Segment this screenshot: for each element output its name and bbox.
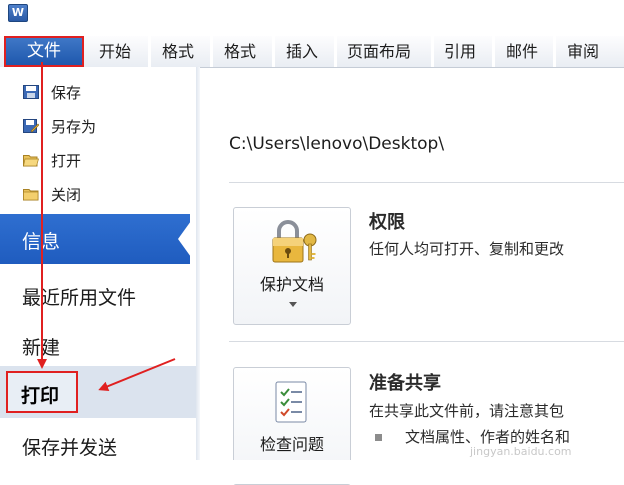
nav-open-label: 打开 xyxy=(51,152,82,170)
nav-recent[interactable]: 最近所用文件 xyxy=(22,283,136,310)
title-strip: W xyxy=(0,0,624,36)
save-as-icon xyxy=(23,119,39,133)
nav-save-and-send[interactable]: 保存并发送 xyxy=(22,433,117,460)
check-for-issues-label: 检查问题 xyxy=(259,435,324,454)
section-divider xyxy=(229,182,624,183)
nav-info-label: 信息 xyxy=(22,231,61,253)
save-icon xyxy=(23,85,39,99)
tab-format-2[interactable]: 格式 xyxy=(224,36,256,67)
permissions-description: 任何人均可打开、复制和更改 xyxy=(369,240,565,258)
tab-home[interactable]: 开始 xyxy=(99,36,131,67)
tab-format-1[interactable]: 格式 xyxy=(162,36,194,67)
nav-save[interactable]: 保存 xyxy=(0,76,196,109)
tab-references[interactable]: 引用 xyxy=(444,36,476,67)
bullet-marker xyxy=(375,434,382,441)
nav-save-as-label: 另存为 xyxy=(51,118,97,136)
nav-print-label: 打印 xyxy=(21,385,60,407)
nav-info-selected[interactable]: 信息 xyxy=(0,214,190,264)
section-divider xyxy=(229,341,624,342)
nav-close-label: 关闭 xyxy=(51,186,82,204)
word-app-icon[interactable]: W xyxy=(8,4,28,22)
nav-new[interactable]: 新建 xyxy=(22,333,60,360)
nav-open[interactable]: 打开 xyxy=(0,144,196,177)
permissions-title: 权限 xyxy=(369,212,405,233)
checklist-icon xyxy=(275,381,307,423)
tab-file[interactable]: 文件 xyxy=(4,36,84,67)
close-folder-icon xyxy=(23,189,39,201)
bottom-strip xyxy=(0,460,624,484)
selection-pointer xyxy=(178,214,196,264)
prepare-share-title: 准备共享 xyxy=(369,373,441,394)
tab-insert[interactable]: 插入 xyxy=(286,36,318,67)
prepare-share-bullet: 文档属性、作者的姓名和 xyxy=(405,428,571,446)
tab-page-layout[interactable]: 页面布局 xyxy=(347,36,411,67)
nav-save-label: 保存 xyxy=(51,84,82,102)
document-path: C:\Users\lenovo\Desktop\ xyxy=(229,134,445,154)
tab-review[interactable]: 审阅 xyxy=(567,36,599,67)
prepare-share-description: 在共享此文件前，请注意其包 xyxy=(369,402,565,420)
chevron-down-icon xyxy=(289,302,297,307)
watermark: jingyan.baidu.com xyxy=(470,445,572,458)
open-folder-icon xyxy=(23,155,39,167)
pane-divider xyxy=(196,67,200,460)
nav-close[interactable]: 关闭 xyxy=(0,178,196,211)
tab-mailings[interactable]: 邮件 xyxy=(506,36,538,67)
lock-key-icon xyxy=(272,220,317,263)
protect-document-label: 保护文档 xyxy=(259,275,324,294)
nav-save-as[interactable]: 另存为 xyxy=(0,110,196,143)
protect-document-button[interactable]: 保护文档 xyxy=(233,207,351,325)
